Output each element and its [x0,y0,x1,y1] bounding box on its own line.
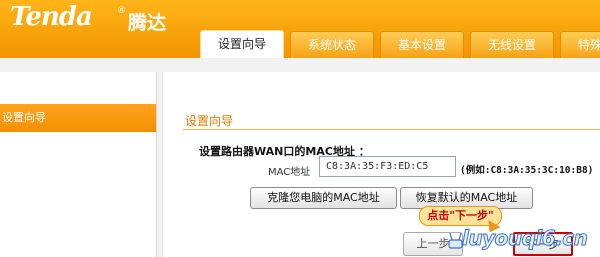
brand-logo: Tenda [10,2,93,32]
header-bar: Tenda ® 腾达 设置向导 系统状态 基本设置 无线设置 特殊 [0,0,600,58]
tab-special[interactable]: 特殊 [560,31,600,58]
watermark-text: luyouqi6.cn [461,226,588,251]
section-divider [183,129,600,130]
mac-address-label: MAC地址 [268,167,311,178]
brand-logo-cn: 腾达 [128,12,167,34]
clone-mac-button[interactable]: 克隆您电脑的MAC地址 [250,187,397,209]
sidebar-item-setup-wizard[interactable]: 设置向导 [0,104,156,132]
mac-address-input[interactable] [319,156,456,177]
tab-wireless-settings[interactable]: 无线设置 [470,31,554,58]
registered-mark: ® [117,6,126,16]
tab-setup-wizard[interactable]: 设置向导 [200,30,284,58]
section-title: 设置向导 [185,114,234,128]
tab-system-status[interactable]: 系统状态 [290,31,374,58]
mac-example-hint: (例如:C8:3A:35:3C:10:B8) [460,165,594,176]
tab-basic-settings[interactable]: 基本设置 [380,31,464,58]
sidebar: 设置向导 [0,72,157,257]
